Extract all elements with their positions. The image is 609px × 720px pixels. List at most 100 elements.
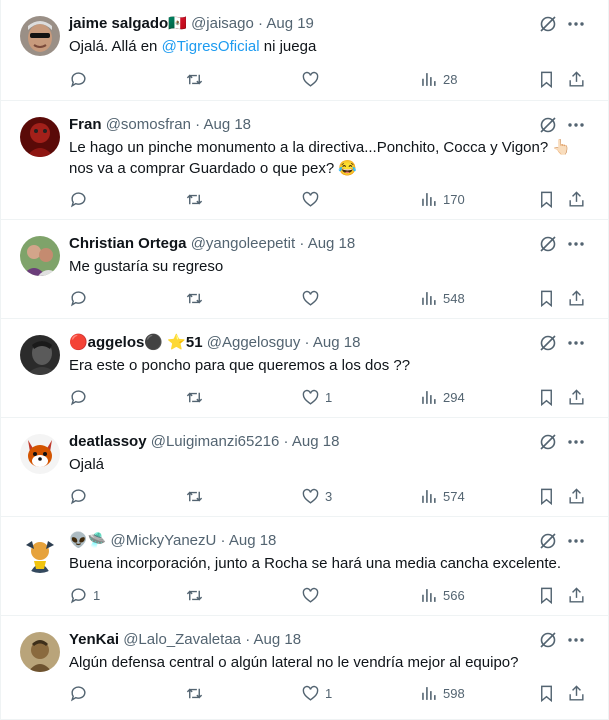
views-button[interactable]: 170 [419,187,465,211]
user-handle[interactable]: @somosfran [106,116,191,133]
reply-count: 1 [93,587,101,603]
share-button[interactable] [567,681,586,705]
display-name[interactable]: YenKai [69,631,119,648]
like-button[interactable] [301,583,325,607]
more-icon[interactable] [566,630,586,650]
grok-icon[interactable] [538,432,558,452]
grok-icon[interactable] [538,630,558,650]
share-button[interactable] [567,385,586,409]
like-button[interactable] [301,187,325,211]
display-name[interactable]: 👽🛸 [69,532,106,549]
more-icon[interactable] [566,531,586,551]
reply-button[interactable] [69,484,93,508]
user-handle[interactable]: @Luigimanzi65216 [151,433,280,450]
user-handle[interactable]: @yangoleepetit [191,235,295,252]
reply-button[interactable] [69,681,93,705]
reply-tweet[interactable]: 🔴aggelos⚫ ⭐51 @Aggelosguy · Aug 18 Era e… [1,319,608,418]
timestamp[interactable]: Aug 18 [308,235,356,252]
like-button[interactable]: 1 [301,681,332,705]
timestamp[interactable]: Aug 18 [203,116,251,133]
reply-tweet[interactable]: Fran @somosfran · Aug 18 Le hago un pinc… [1,101,608,220]
grok-icon[interactable] [538,234,558,254]
retweet-button[interactable] [185,681,209,705]
share-button[interactable] [567,187,586,211]
bookmark-button[interactable] [537,583,556,607]
grok-icon[interactable] [538,333,558,353]
user-handle[interactable]: @MickyYanezU [111,532,217,549]
bookmark-button[interactable] [537,681,556,705]
views-button[interactable]: 548 [419,286,465,310]
retweet-button[interactable] [185,286,209,310]
avatar[interactable] [20,434,60,474]
bookmark-icon [541,685,552,702]
reply-tweet[interactable]: YenKai @Lalo_Zavaletaa · Aug 18 Algún de… [1,616,608,720]
reply-tweet[interactable]: Christian Ortega @yangoleepetit · Aug 18… [1,220,608,319]
more-icon[interactable] [566,14,586,34]
reply-button[interactable] [69,286,93,310]
timestamp[interactable]: Aug 18 [229,532,277,549]
user-handle[interactable]: @jaisago [191,15,254,32]
bookmark-button[interactable] [537,385,556,409]
bookmark-button[interactable] [537,286,556,310]
reply-button[interactable] [69,67,93,91]
like-button[interactable]: 1 [301,385,332,409]
mention-link[interactable]: @TigresOficial [162,38,260,55]
display-name[interactable]: jaime salgado🇲🇽 [69,15,187,32]
reply-button[interactable] [69,187,93,211]
reply-tweet[interactable]: 👽🛸 @MickyYanezU · Aug 18 Buena incorpora… [1,517,608,616]
like-button[interactable] [301,67,325,91]
retweet-button[interactable] [185,67,209,91]
retweet-button[interactable] [185,583,209,607]
share-button[interactable] [567,583,586,607]
retweet-button[interactable] [185,187,209,211]
bookmark-button[interactable] [537,67,556,91]
more-icon[interactable] [566,333,586,353]
timestamp[interactable]: Aug 18 [292,433,340,450]
like-button[interactable]: 3 [301,484,332,508]
views-button[interactable]: 294 [419,385,465,409]
avatar[interactable] [20,117,60,157]
timestamp[interactable]: Aug 19 [266,15,314,32]
timestamp[interactable]: Aug 18 [254,631,302,648]
reply-tweet[interactable]: deatlassoy @Luigimanzi65216 · Aug 18 Oja… [1,418,608,517]
more-icon[interactable] [566,234,586,254]
more-icon[interactable] [566,115,586,135]
retweet-button[interactable] [185,484,209,508]
user-handle[interactable]: @Aggelosguy [207,334,301,351]
retweet-button[interactable] [185,385,209,409]
display-name[interactable]: Christian Ortega [69,235,187,252]
display-name[interactable]: 🔴aggelos⚫ ⭐51 [69,334,203,351]
tweet-header: YenKai @Lalo_Zavaletaa · Aug 18 [69,630,528,650]
bookmark-button[interactable] [537,187,556,211]
grok-icon[interactable] [538,531,558,551]
share-button[interactable] [567,286,586,310]
more-icon[interactable] [566,432,586,452]
like-icon [302,71,319,87]
tweet-header: 👽🛸 @MickyYanezU · Aug 18 [69,531,528,551]
reply-button[interactable] [69,385,93,409]
views-button[interactable]: 566 [419,583,465,607]
like-icon [302,587,319,603]
reply-tweet[interactable]: jaime salgado🇲🇽 @jaisago · Aug 19 Ojalá.… [1,0,608,101]
reply-button[interactable]: 1 [69,583,100,607]
views-button[interactable]: 598 [419,681,465,705]
avatar[interactable] [20,632,60,672]
views-button[interactable]: 28 [419,67,457,91]
bookmark-button[interactable] [537,484,556,508]
avatar[interactable] [20,236,60,276]
timestamp[interactable]: Aug 18 [313,334,361,351]
share-button[interactable] [567,67,586,91]
avatar[interactable] [20,16,60,56]
avatar[interactable] [20,335,60,375]
like-icon [302,290,319,306]
avatar[interactable] [20,533,60,573]
share-button[interactable] [567,484,586,508]
retweet-icon [186,293,203,303]
grok-icon[interactable] [538,14,558,34]
user-handle[interactable]: @Lalo_Zavaletaa [123,631,241,648]
grok-icon[interactable] [538,115,558,135]
display-name[interactable]: deatlassoy [69,433,147,450]
views-button[interactable]: 574 [419,484,465,508]
display-name[interactable]: Fran [69,116,102,133]
like-button[interactable] [301,286,325,310]
